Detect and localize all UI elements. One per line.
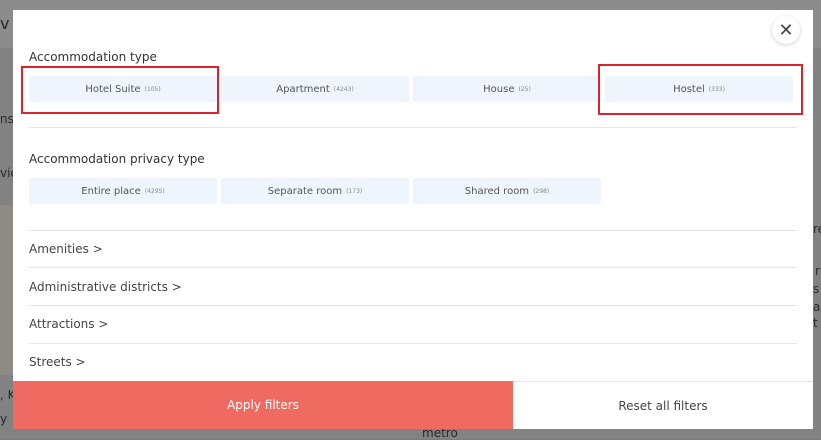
- divider: [29, 267, 797, 268]
- chip-label: Separate room: [267, 185, 343, 197]
- administrative-districts-link[interactable]: Administrative districts >: [29, 280, 182, 294]
- privacy-type-title: Accommodation privacy type: [29, 152, 205, 166]
- chip-label: Hostel: [673, 83, 705, 95]
- chip-label: Shared room: [464, 185, 530, 197]
- divider: [29, 230, 797, 231]
- chip-hotel-suite[interactable]: Hotel Suite (105): [29, 76, 217, 102]
- chip-count: (4243): [333, 85, 354, 93]
- chip-separate-room[interactable]: Separate room (173): [221, 178, 409, 204]
- chip-count: (25): [518, 85, 531, 93]
- apply-filters-button[interactable]: Apply filters: [13, 381, 513, 429]
- close-icon[interactable]: ✕: [772, 16, 800, 44]
- filters-modal: ✕ Accommodation type Hotel Suite (105) A…: [13, 10, 813, 429]
- chip-count: (105): [144, 85, 161, 93]
- chip-hostel[interactable]: Hostel (333): [605, 76, 793, 102]
- streets-link[interactable]: Streets >: [29, 355, 86, 369]
- chip-label: Entire place: [81, 185, 141, 197]
- chip-entire-place[interactable]: Entire place (4295): [29, 178, 217, 204]
- attractions-link[interactable]: Attractions >: [29, 317, 108, 331]
- background-text: v: [0, 14, 10, 33]
- chip-house[interactable]: House (25): [413, 76, 601, 102]
- background-image-placeholder: [0, 205, 13, 375]
- chip-count: (298): [533, 187, 550, 195]
- chip-count: (333): [708, 85, 725, 93]
- divider: [29, 127, 797, 128]
- chip-shared-room[interactable]: Shared room (298): [413, 178, 601, 204]
- background-text: r: [815, 264, 820, 278]
- chip-apartment[interactable]: Apartment (4243): [221, 76, 409, 102]
- amenities-link[interactable]: Amenities >: [29, 242, 103, 256]
- chip-label: Apartment: [276, 83, 330, 95]
- chip-count: (4295): [144, 187, 165, 195]
- divider: [29, 343, 797, 344]
- background-text: re: [813, 222, 821, 236]
- background-text: a: [813, 300, 821, 314]
- chip-label: House: [483, 83, 515, 95]
- background-text: y: [0, 412, 8, 426]
- modal-footer: Apply filters Reset all filters: [13, 381, 813, 429]
- background-text: t: [813, 316, 818, 330]
- chip-label: Hotel Suite: [85, 83, 141, 95]
- reset-filters-button[interactable]: Reset all filters: [513, 381, 813, 429]
- accommodation-type-title: Accommodation type: [29, 50, 157, 64]
- background-text: s: [813, 282, 820, 296]
- divider: [29, 305, 797, 306]
- chip-count: (173): [346, 187, 363, 195]
